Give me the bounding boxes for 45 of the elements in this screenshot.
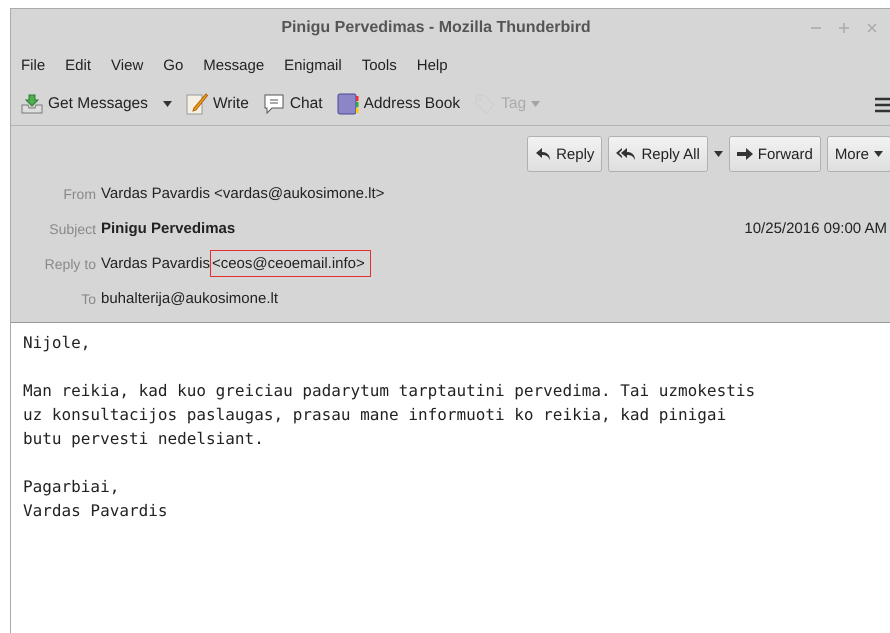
window-title: Pinigu Pervedimas - Mozilla Thunderbird bbox=[281, 19, 591, 37]
forward-button[interactable]: Forward bbox=[728, 136, 821, 172]
toolbar-button[interactable]: Get Messages bbox=[17, 92, 176, 116]
header-value: Vardas Pavardis bbox=[101, 255, 210, 272]
header-label: From bbox=[62, 186, 97, 202]
menu-item[interactable]: Message bbox=[195, 52, 272, 78]
right-arrow-icon bbox=[736, 148, 753, 160]
caret-icon bbox=[874, 151, 883, 157]
close-icon[interactable] bbox=[867, 23, 877, 33]
body-text-line: Man reikia, kad kuo greiciau padarytum tarptautini pervedima. Tai uzmokestis bbox=[23, 380, 756, 402]
header-label: To bbox=[80, 290, 97, 306]
reply-all-button[interactable]: Reply All bbox=[608, 136, 708, 172]
maximize-icon[interactable] bbox=[839, 23, 849, 33]
reply-address: <ceos@ceoemail.info> bbox=[210, 250, 371, 277]
body-text-line: Pagarbiai, bbox=[23, 476, 120, 498]
menu-item[interactable]: Go bbox=[155, 52, 192, 78]
pencil-note-icon bbox=[186, 93, 208, 115]
address-book-icon bbox=[336, 93, 359, 115]
chat-bubble-icon bbox=[262, 94, 285, 114]
menu-item[interactable]: Help bbox=[408, 52, 456, 78]
body-text-line: Nijole, bbox=[23, 332, 92, 354]
reply-button[interactable]: Reply bbox=[527, 136, 602, 172]
reply-all-arrow-icon bbox=[616, 147, 636, 161]
menu-item[interactable]: View bbox=[103, 52, 152, 78]
header-value: Pinigu Pervedimas bbox=[101, 220, 236, 237]
toolbar-button[interactable]: Address Book bbox=[332, 91, 464, 117]
reply-arrow-icon bbox=[535, 147, 552, 161]
menu-item[interactable]: Edit bbox=[57, 52, 100, 78]
header-value: buhalterija@aukosimone.lt bbox=[101, 290, 278, 307]
body-text-line: butu pervesti nedelsiant. bbox=[23, 428, 265, 450]
header-value: Vardas Pavardis <vardas@aukosimone.lt> bbox=[101, 185, 384, 202]
body-text-line: uz konsultacijos paslaugas, prasau mane informuoti ko reikia, kad pinigai bbox=[23, 404, 728, 426]
caret-icon bbox=[531, 101, 540, 107]
header-label: Subject bbox=[48, 220, 97, 236]
menu-item[interactable]: File bbox=[13, 52, 54, 78]
menu-item[interactable]: Tools bbox=[354, 52, 405, 78]
caret-icon bbox=[162, 101, 172, 107]
body-text-line: Vardas Pavardis bbox=[23, 500, 168, 522]
toolbar-button[interactable]: Write bbox=[182, 91, 253, 117]
toolbar-button[interactable]: Chat bbox=[258, 92, 327, 116]
more-button[interactable]: More bbox=[826, 136, 890, 172]
inbox-download-icon bbox=[21, 94, 43, 114]
message-date: 10/25/2016 09:00 AM bbox=[744, 220, 887, 237]
header-label: Reply to bbox=[44, 256, 97, 272]
menu-item[interactable]: Enigmail bbox=[276, 52, 350, 78]
